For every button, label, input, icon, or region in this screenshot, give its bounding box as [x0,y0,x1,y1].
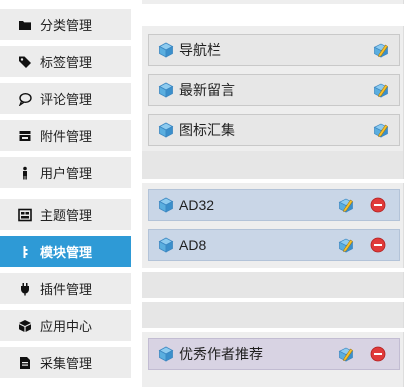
sidebar-item-label: 采集管理 [40,356,93,371]
sidebar-item-users[interactable]: 用户管理 [0,157,131,188]
sidebar-item-tags[interactable]: 标签管理 [0,46,131,77]
edit-icon[interactable] [372,81,390,99]
sidebar-item-themes[interactable]: 主题管理 [0,199,131,230]
sidebar-item-attachments[interactable]: 附件管理 [0,120,131,151]
module-item[interactable]: 最新留言 [148,74,400,106]
attachment-icon [18,129,32,143]
sidebar-item-label: 应用中心 [40,319,93,334]
edit-icon[interactable] [337,236,355,254]
delete-icon[interactable] [369,345,387,363]
plugin-icon [18,282,32,296]
module-cube-icon [158,346,174,362]
module-label: 最新留言 [179,82,235,98]
delete-icon[interactable] [369,196,387,214]
sidebar-item-collect[interactable]: 采集管理 [0,347,131,378]
module-item[interactable]: 导航栏 [148,34,400,66]
module-zone-empty [142,302,404,328]
sidebar-item-label: 用户管理 [40,166,93,181]
sidebar-item-label: 分类管理 [40,18,93,33]
sidebar-item-label: 插件管理 [40,282,93,297]
comment-icon [18,92,32,106]
module-zone-empty [142,272,404,298]
module-cube-icon [158,42,174,58]
edit-icon[interactable] [372,121,390,139]
module-label: AD8 [179,237,207,253]
sidebar-item-label: 附件管理 [40,129,93,144]
module-item[interactable]: AD32 [148,189,400,221]
edit-icon[interactable] [337,345,355,363]
theme-icon [18,208,32,222]
module-cube-icon [158,122,174,138]
module-cube-icon [158,197,174,213]
sidebar-item-plugins[interactable]: 插件管理 [0,273,131,304]
sidebar-item-label: 模块管理 [40,245,93,260]
module-zone-1: 导航栏 最新留言 图标汇集 [142,26,404,151]
app-center-icon [18,319,32,333]
edit-icon[interactable] [337,196,355,214]
module-label: 导航栏 [179,42,221,58]
module-zone-2: AD32 AD8 [142,183,404,268]
module-zone-empty [142,151,404,179]
module-label: AD32 [179,197,215,213]
sidebar: 分类管理 标签管理 评论管理 附件管理 用户管理 主题管理 模块管理 插件管理 … [0,0,133,387]
module-cube-icon [158,82,174,98]
module-cube-icon [158,237,174,253]
sidebar-item-comments[interactable]: 评论管理 [0,83,131,114]
sidebar-item-label: 主题管理 [40,208,93,223]
module-item[interactable]: 图标汇集 [148,114,400,146]
module-icon [18,245,32,259]
module-zone-3: 优秀作者推荐 [142,332,404,387]
module-item[interactable]: 优秀作者推荐 [148,338,400,370]
module-panel: 导航栏 最新留言 图标汇集 AD32 AD8 优秀作者推荐 [142,0,407,387]
sidebar-item-modules[interactable]: 模块管理 [0,236,131,267]
module-label: 优秀作者推荐 [179,346,263,362]
delete-icon[interactable] [369,236,387,254]
sidebar-item-label: 评论管理 [40,92,93,107]
zone-header [142,0,404,4]
edit-icon[interactable] [372,41,390,59]
sidebar-item-category[interactable]: 分类管理 [0,9,131,40]
folder-icon [18,18,32,32]
tag-icon [18,55,32,69]
user-icon [18,166,32,180]
sidebar-item-app-center[interactable]: 应用中心 [0,310,131,341]
module-item[interactable]: AD8 [148,229,400,261]
module-label: 图标汇集 [179,122,235,138]
collect-icon [18,356,32,370]
sidebar-item-label: 标签管理 [40,55,93,70]
